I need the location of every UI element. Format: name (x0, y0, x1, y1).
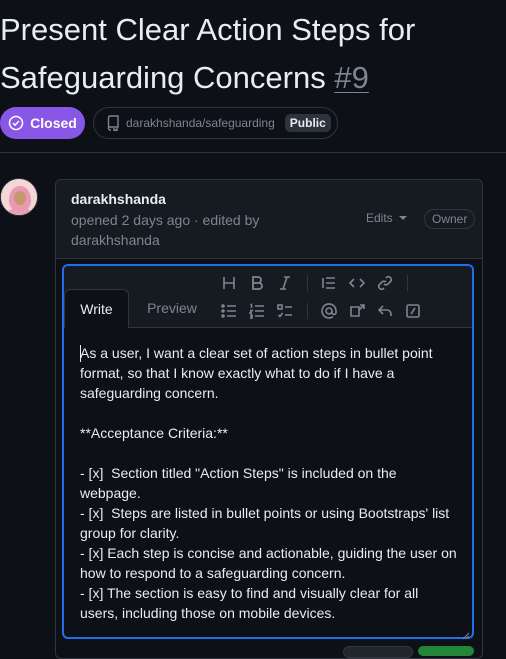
code-icon[interactable] (347, 273, 367, 293)
repo-icon (106, 115, 120, 131)
comment-author[interactable]: darakhshanda (71, 191, 166, 207)
bold-icon[interactable] (247, 273, 267, 293)
update-comment-button[interactable] (418, 646, 474, 656)
secondary-button[interactable] (343, 646, 413, 658)
text-caret (80, 345, 81, 362)
comment-header: darakhshanda opened 2 days ago · edited … (56, 180, 482, 259)
quote-icon[interactable] (319, 273, 339, 293)
italic-icon[interactable] (275, 273, 295, 293)
link-icon[interactable] (375, 273, 395, 293)
edits-label: Edits (366, 211, 393, 225)
owner-badge: Owner (424, 209, 476, 229)
comment-editor: Write Preview As a user, I want a clear … (62, 264, 474, 640)
issue-state-badge: Closed (0, 107, 85, 139)
bulleted-list-icon[interactable] (219, 301, 239, 321)
closed-check-icon (8, 115, 24, 131)
heading-icon[interactable] (219, 273, 239, 293)
toolbar-separator (307, 275, 308, 291)
avatar[interactable] (0, 178, 38, 216)
toolbar-separator (407, 275, 408, 291)
slash-command-icon[interactable] (403, 301, 423, 321)
tab-write[interactable]: Write (64, 289, 129, 328)
numbered-list-icon[interactable] (247, 301, 267, 321)
repo-name[interactable]: darakhshanda/safeguarding (126, 116, 275, 130)
issue-title: Present Clear Action Steps for Safeguard… (0, 6, 506, 102)
tab-preview[interactable]: Preview (134, 289, 210, 327)
visibility-badge: Public (284, 114, 331, 132)
comment-meta: opened 2 days ago · edited by darakhshan… (71, 212, 260, 248)
repo-pill[interactable]: darakhshanda/safeguarding Public (93, 107, 338, 139)
issue-number-link[interactable]: #9 (334, 60, 368, 95)
header-divider (0, 152, 506, 153)
reply-icon[interactable] (375, 301, 395, 321)
cross-reference-icon[interactable] (347, 301, 367, 321)
resize-handle-icon[interactable] (462, 627, 470, 640)
task-list-icon[interactable] (275, 301, 295, 321)
comment-textarea[interactable]: As a user, I want a clear set of action … (80, 343, 460, 623)
editor-toolbar: Write Preview (64, 266, 472, 328)
toolbar-separator (307, 303, 308, 319)
issue-state-label: Closed (30, 115, 77, 131)
chevron-down-icon (398, 215, 407, 221)
edits-dropdown[interactable]: Edits (366, 211, 407, 225)
mention-icon[interactable] (319, 301, 339, 321)
